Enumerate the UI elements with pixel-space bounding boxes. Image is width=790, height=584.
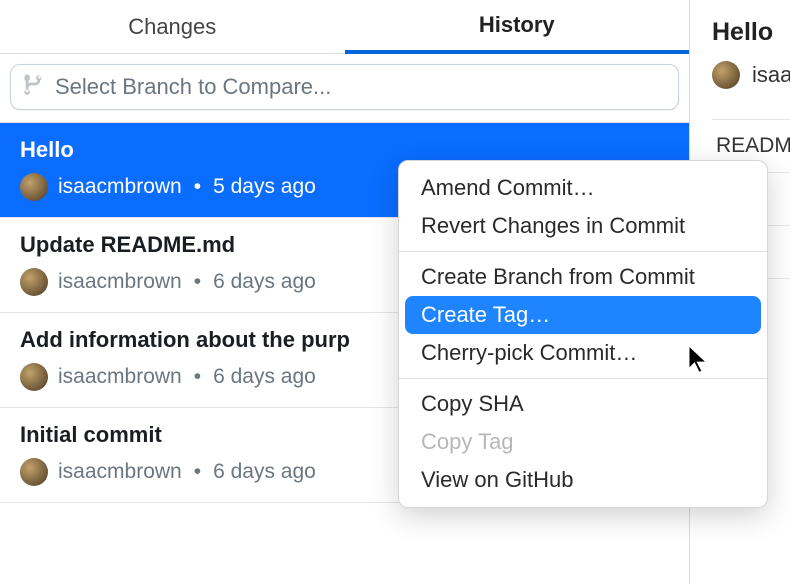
tab-history-label: History xyxy=(479,12,555,38)
menu-view-github[interactable]: View on GitHub xyxy=(399,461,767,499)
menu-cherry-pick[interactable]: Cherry-pick Commit… xyxy=(399,334,767,372)
menu-create-branch[interactable]: Create Branch from Commit xyxy=(399,258,767,296)
context-menu: Amend Commit… Revert Changes in Commit C… xyxy=(398,160,768,508)
commit-time: 6 days ago xyxy=(213,270,316,294)
tab-changes-label: Changes xyxy=(128,14,216,40)
menu-separator xyxy=(399,378,767,379)
commit-time: 6 days ago xyxy=(213,365,316,389)
avatar xyxy=(20,173,48,201)
commit-author: isaacmbrown xyxy=(58,175,182,199)
detail-author-name: isaa xyxy=(752,62,790,88)
menu-create-tag[interactable]: Create Tag… xyxy=(405,296,761,334)
avatar xyxy=(712,61,740,89)
commit-time: 5 days ago xyxy=(213,175,316,199)
menu-separator xyxy=(399,251,767,252)
avatar xyxy=(20,458,48,486)
menu-revert-changes[interactable]: Revert Changes in Commit xyxy=(399,207,767,245)
detail-author: isaa xyxy=(712,61,790,89)
menu-copy-sha[interactable]: Copy SHA xyxy=(399,385,767,423)
menu-copy-tag: Copy Tag xyxy=(399,423,767,461)
git-branch-icon xyxy=(23,73,45,101)
avatar xyxy=(20,268,48,296)
tab-changes[interactable]: Changes xyxy=(0,0,345,54)
branch-compare-selector[interactable]: Select Branch to Compare... xyxy=(10,64,679,110)
commit-author: isaacmbrown xyxy=(58,460,182,484)
tab-history[interactable]: History xyxy=(345,0,690,54)
commit-time: 6 days ago xyxy=(213,460,316,484)
tabs: Changes History xyxy=(0,0,689,54)
detail-title: Hello xyxy=(712,18,790,47)
branch-compare-placeholder: Select Branch to Compare... xyxy=(55,74,331,100)
avatar xyxy=(20,363,48,391)
menu-amend-commit[interactable]: Amend Commit… xyxy=(399,169,767,207)
commit-author: isaacmbrown xyxy=(58,270,182,294)
commit-author: isaacmbrown xyxy=(58,365,182,389)
